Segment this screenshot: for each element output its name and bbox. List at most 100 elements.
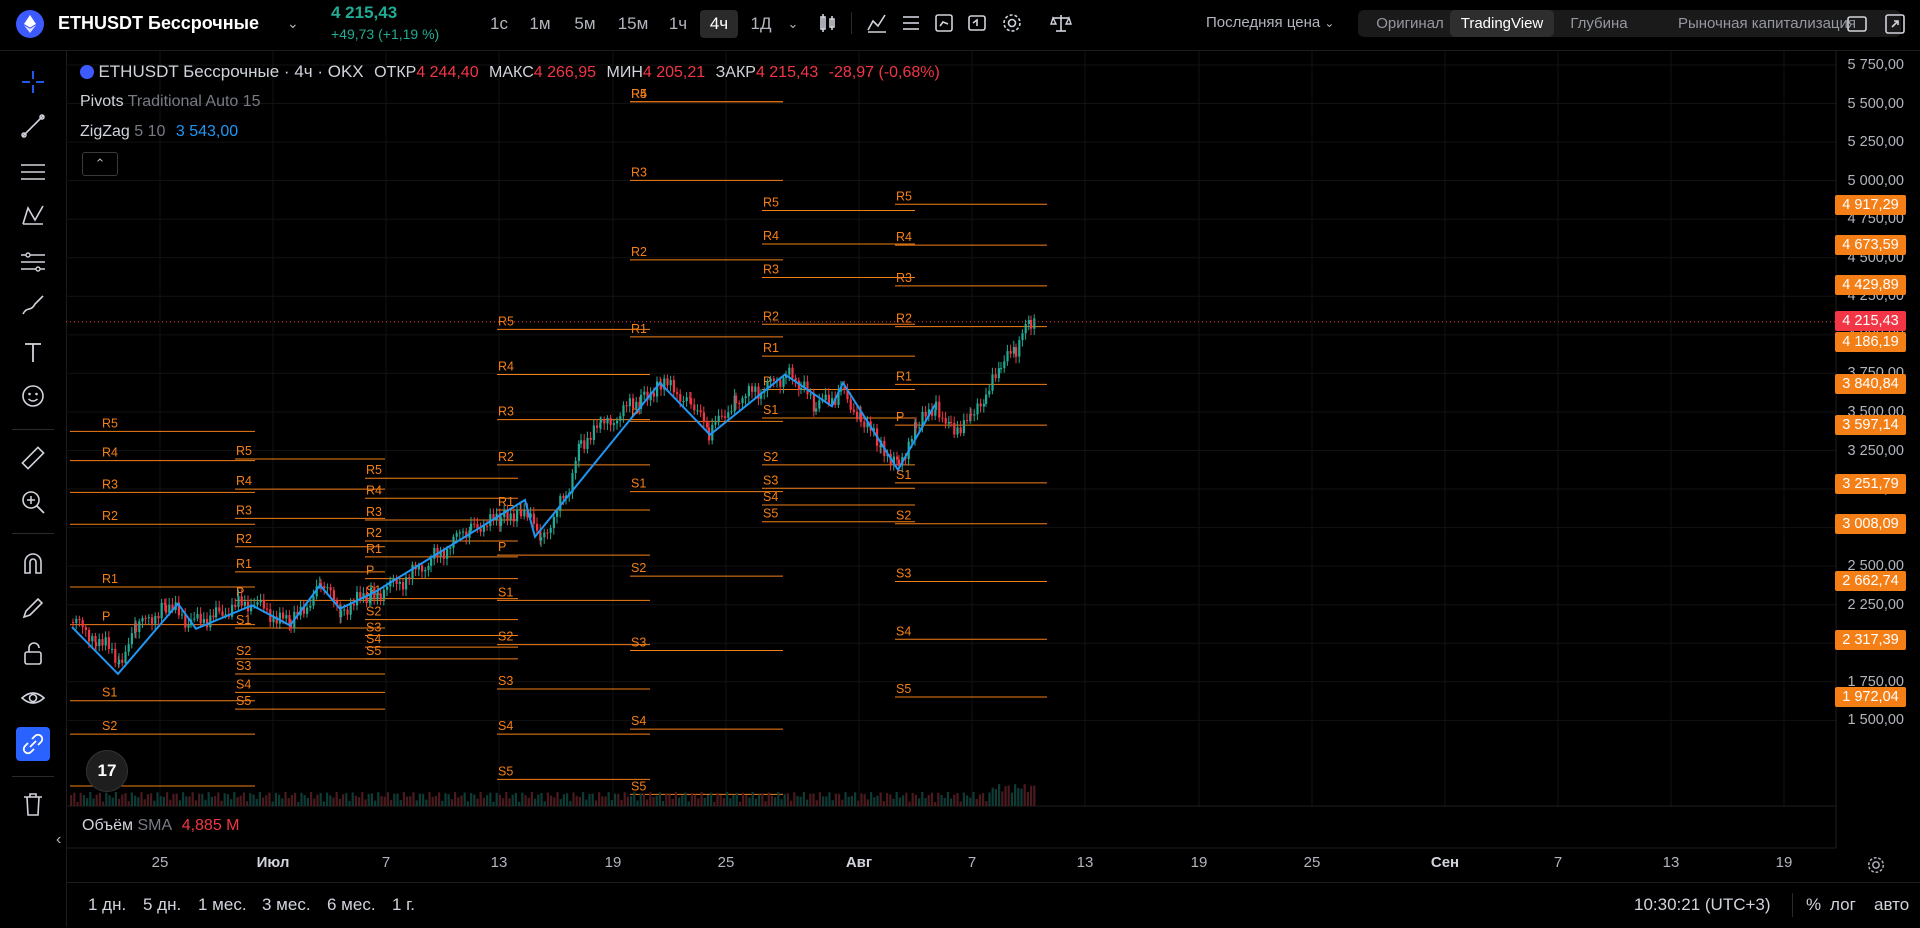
volume-bar (358, 797, 361, 806)
candle-body (1018, 340, 1021, 357)
price-tick: 1 500,00 (1847, 712, 1904, 729)
volume-bar (255, 798, 258, 806)
volume-bar (191, 792, 194, 806)
candle-body (609, 418, 612, 425)
candle-body (196, 613, 199, 619)
volume-bar (441, 800, 444, 806)
volume-bar (604, 796, 607, 806)
volume-bar (662, 800, 665, 806)
legend-open: 4 244,40 (416, 64, 479, 81)
pivot-label: S4 (896, 624, 911, 638)
legend-collapse-button[interactable]: ⌃ (82, 152, 118, 176)
volume-bar (111, 797, 114, 806)
candle-body (782, 377, 785, 387)
tradingview-logo-icon[interactable]: 17 (86, 750, 128, 792)
candle-body (306, 607, 309, 614)
candle-body (165, 605, 168, 613)
pivot-label: R1 (236, 557, 252, 571)
candle-body (994, 374, 997, 379)
volume-bar (764, 801, 767, 806)
volume-bar (159, 796, 162, 806)
volume-bar (402, 792, 405, 806)
candle-body (693, 404, 696, 411)
candle-body (75, 618, 78, 623)
range-1d[interactable]: 1 дн. (88, 895, 126, 915)
volume-bar (105, 792, 108, 806)
clock[interactable]: 10:30:21 (UTC+3) (1634, 895, 1771, 915)
volume-bar (758, 794, 761, 806)
volume-bar (642, 794, 645, 806)
volume-bar (415, 800, 418, 806)
volume-bar (934, 801, 937, 806)
volume-bar (594, 800, 597, 806)
candle-body (88, 629, 91, 642)
range-1m[interactable]: 1 мес. (198, 895, 247, 915)
candle-body (779, 379, 782, 387)
candle-body (199, 613, 202, 624)
legend-low: 4 205,21 (642, 64, 706, 81)
volume-bar (866, 799, 869, 806)
volume-bar (886, 793, 889, 806)
volume-bar (700, 792, 703, 806)
volume-bar (956, 792, 959, 806)
candle-body (586, 437, 589, 449)
volume-bar (130, 792, 133, 806)
volume-bar (921, 792, 924, 806)
candle-body (101, 639, 104, 646)
candle-body (577, 443, 580, 461)
volume-bar (370, 793, 373, 806)
range-1y[interactable]: 1 г. (392, 895, 415, 915)
pivot-label: R4 (236, 474, 252, 488)
volume-bar (975, 798, 978, 806)
candle-body (973, 414, 976, 416)
candle-body (326, 587, 329, 589)
pivot-label: S5 (631, 779, 646, 793)
auto-toggle[interactable]: авто (1874, 895, 1909, 915)
axis-settings-gear-icon[interactable] (1866, 855, 1886, 875)
volume-bar (844, 792, 847, 806)
candle-body (714, 422, 717, 425)
volume-bar (582, 792, 585, 806)
log-toggle[interactable]: лог (1830, 895, 1856, 915)
volume-bar (745, 795, 748, 806)
candle-body (966, 420, 969, 422)
volume-bar (918, 798, 921, 806)
legend-pivots-row[interactable]: Pivots Traditional Auto 15 (80, 90, 940, 120)
range-5d[interactable]: 5 дн. (143, 895, 181, 915)
volume-bar (313, 798, 316, 806)
volume-legend[interactable]: Объём SMA 4,885 M (82, 817, 240, 835)
candle-body (589, 437, 592, 440)
volume-bar (959, 801, 962, 806)
candle-body (592, 425, 595, 440)
volume-bar (687, 801, 690, 806)
volume-bar (857, 800, 860, 806)
candle-body (738, 403, 741, 405)
pivots-name: Pivots (80, 93, 124, 110)
candle-body (985, 394, 988, 404)
pivot-label: S4 (236, 677, 251, 691)
volume-bar (329, 795, 332, 806)
volume-bar (70, 795, 73, 806)
range-6m[interactable]: 6 мес. (327, 895, 376, 915)
volume-bar (633, 792, 636, 806)
volume-bar (646, 799, 649, 806)
candle-body (852, 409, 855, 412)
volume-bar (342, 794, 345, 806)
volume-bar (553, 797, 556, 806)
range-3m[interactable]: 3 мес. (262, 895, 311, 915)
volume-bar (908, 801, 911, 806)
percent-toggle[interactable]: % (1806, 895, 1821, 915)
volume-bar (1030, 785, 1033, 806)
legend-zigzag-row[interactable]: ZigZag 5 10 3 543,00 (80, 120, 940, 150)
volume-bar (1023, 784, 1026, 806)
time-axis[interactable]: 25 Июл 7 13 19 25 Авг 7 13 19 25 Сен 7 13 19 (66, 848, 1836, 882)
volume-bar (905, 792, 908, 806)
pivot-label: R2 (498, 450, 514, 464)
pivot-label: S2 (102, 719, 117, 733)
candle-body (685, 397, 688, 402)
candle-body (421, 565, 424, 572)
candle-body (455, 533, 458, 537)
pivot-label: R5 (102, 416, 118, 430)
volume-bar (495, 792, 498, 806)
candle-body (918, 427, 921, 429)
